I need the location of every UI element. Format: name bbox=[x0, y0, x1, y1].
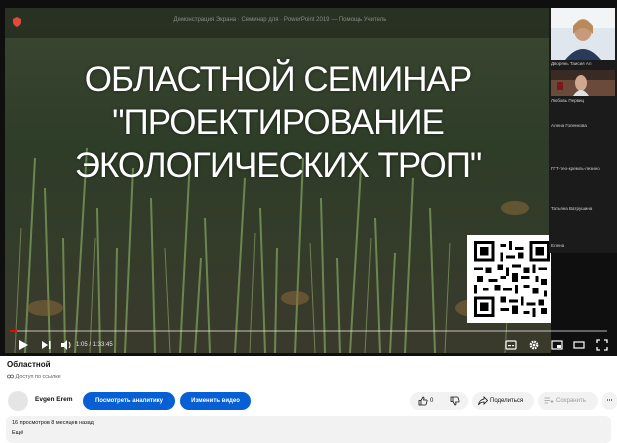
thumbs-up-icon[interactable] bbox=[418, 396, 428, 406]
video-player[interactable]: Демонстрация Экрана · Семинар для · Powe… bbox=[0, 0, 617, 356]
next-icon[interactable] bbox=[40, 338, 52, 352]
view-stats: 16 просмотров 8 месяцев назад bbox=[12, 420, 94, 426]
participant-name: Любовь Первиц bbox=[551, 98, 585, 103]
volume-icon[interactable] bbox=[60, 338, 72, 352]
edit-video-button[interactable]: Изменить видео bbox=[180, 392, 251, 410]
participant-name: Татьяна Ватрушина bbox=[551, 206, 593, 211]
slide-title: ОБЛАСТНОЙ СЕМИНАР "ПРОЕКТИРОВАНИЕ ЭКОЛОГ… bbox=[5, 58, 551, 187]
settings-gear-icon[interactable] bbox=[528, 338, 540, 352]
player-controls: 1:05 / 1:33:45 bbox=[0, 330, 617, 356]
thumbs-down-icon[interactable] bbox=[450, 396, 460, 406]
miniplayer-icon[interactable] bbox=[551, 338, 563, 352]
share-label: Поделиться bbox=[490, 398, 524, 404]
like-count: 0 bbox=[430, 398, 434, 404]
participant-name: ГГТ-тео-кремль-лезино bbox=[551, 166, 600, 171]
description-box[interactable]: 16 просмотров 8 месяцев назад Ещё bbox=[6, 416, 611, 443]
participant-name: Дворянь Таисия Ал bbox=[551, 61, 592, 66]
video-title: Областной bbox=[7, 360, 51, 369]
progress-bar[interactable] bbox=[10, 330, 607, 332]
access-label: Доступ по ссылке bbox=[15, 374, 61, 380]
theater-mode-icon[interactable] bbox=[573, 338, 585, 352]
save-button[interactable]: Сохранить bbox=[538, 392, 598, 410]
access-badge: Доступ по ссылке bbox=[7, 374, 61, 380]
participant-tile[interactable]: ГГТ-тео-кремль-лезино bbox=[551, 166, 615, 174]
participants-panel: Дворянь Таисия Ал Любовь Первиц Алена Го… bbox=[549, 8, 617, 253]
share-button[interactable]: Поделиться bbox=[472, 392, 534, 410]
video-frame[interactable]: Демонстрация Экрана · Семинар для · Powe… bbox=[5, 8, 551, 353]
time-display: 1:05 / 1:33:45 bbox=[76, 342, 113, 348]
participant-camera-image bbox=[551, 70, 615, 96]
more-horizontal-icon: ⋯ bbox=[606, 398, 613, 404]
participant-name: Алена Голенкова bbox=[551, 123, 587, 128]
play-icon[interactable] bbox=[17, 338, 29, 352]
subtitles-icon[interactable] bbox=[505, 338, 517, 352]
link-icon bbox=[7, 374, 14, 379]
share-arrow-icon bbox=[478, 396, 488, 406]
slide-title-line-1: ОБЛАСТНОЙ СЕМИНАР bbox=[84, 60, 473, 99]
like-dislike-group: 0 bbox=[410, 392, 468, 410]
save-label: Сохранить bbox=[556, 398, 586, 404]
channel-avatar[interactable] bbox=[8, 391, 28, 411]
participant-name: Елена bbox=[551, 243, 565, 248]
participant-tile[interactable]: Татьяна Ватрушина bbox=[551, 206, 615, 214]
slide-title-line-2: "ПРОЕКТИРОВАНИЕ bbox=[112, 103, 445, 142]
progress-bar-fill bbox=[10, 330, 18, 332]
slide-title-line-3: ЭКОЛОГИЧЕСКИХ ТРОП" bbox=[74, 146, 483, 185]
participant-tile[interactable]: Елена bbox=[551, 243, 615, 251]
view-analytics-button[interactable]: Посмотреть аналитику bbox=[83, 392, 175, 410]
playlist-add-icon bbox=[544, 397, 554, 404]
fullscreen-icon[interactable] bbox=[596, 338, 608, 352]
participant-tile[interactable]: Дворянь Таисия Ал bbox=[551, 8, 615, 68]
channel-name[interactable]: Evgen Erem bbox=[35, 396, 73, 403]
shield-icon bbox=[13, 17, 21, 27]
qr-code-image bbox=[467, 235, 551, 323]
participant-camera-image bbox=[551, 8, 615, 60]
show-more-link[interactable]: Ещё bbox=[12, 430, 23, 436]
more-actions-button[interactable]: ⋯ bbox=[602, 392, 617, 410]
participant-tile[interactable]: Алена Голенкова bbox=[551, 123, 615, 131]
participant-tile[interactable]: Любовь Первиц bbox=[551, 70, 615, 106]
channel-row: Evgen Erem Посмотреть аналитику Изменить… bbox=[0, 390, 617, 412]
shared-screen-caption: Демонстрация Экрана · Семинар для · Powe… bbox=[173, 17, 387, 23]
